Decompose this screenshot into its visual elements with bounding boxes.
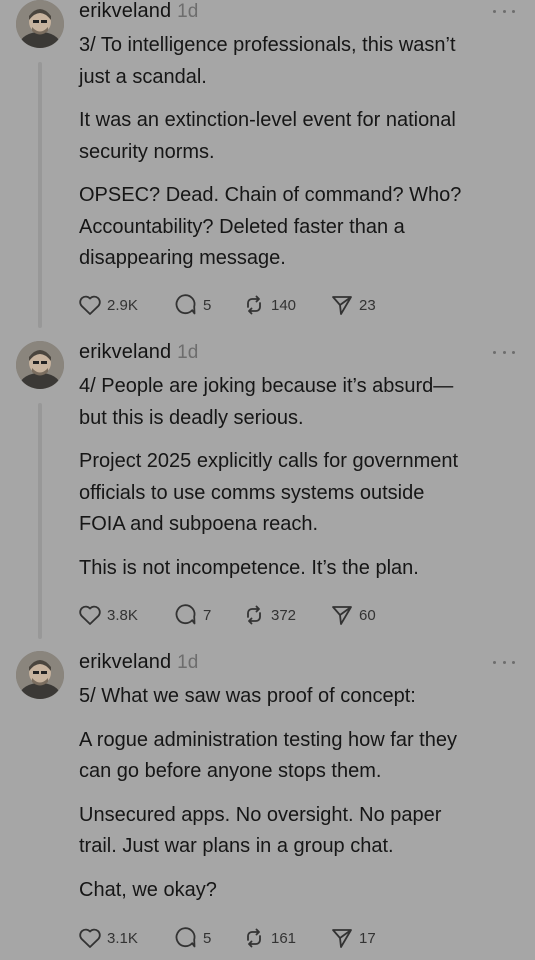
post-paragraph: A rogue administration testing how far t… [79, 728, 457, 783]
reply-button[interactable]: 5 [174, 927, 211, 949]
post-actions: 2.9K 5 140 23 [78, 294, 398, 318]
timestamp: 1d [177, 652, 199, 673]
repost-icon [247, 605, 261, 625]
comment-icon [175, 604, 196, 625]
post-paragraph: It was an extinction-level event for nat… [79, 109, 456, 163]
heart-icon [79, 605, 101, 625]
share-button[interactable]: 60 [330, 604, 376, 626]
send-icon [332, 929, 352, 948]
avatar[interactable] [16, 651, 64, 699]
post-paragraph: OPSEC? Dead. Chain of command? Who? Acco… [79, 184, 462, 269]
thread-connector-line [38, 62, 42, 328]
thread-post: erikveland 1d 5/ What we saw was proof o… [0, 651, 535, 960]
avatar[interactable] [16, 0, 64, 48]
post-body: 5/ What we saw was proof of concept: A r… [79, 681, 519, 918]
reply-button[interactable]: 7 [174, 604, 211, 626]
reply-count: 5 [203, 929, 212, 947]
heart-icon [79, 928, 101, 948]
post-paragraph: This is not incompetence. It’s the plan. [79, 556, 419, 579]
post-header: erikveland 1d [79, 651, 198, 677]
reply-count: 5 [203, 296, 212, 314]
post-paragraph: 3/ To intelligence professionals, this w… [79, 34, 456, 88]
repost-count: 140 [271, 296, 297, 314]
post-paragraph: Chat, we okay? [79, 878, 217, 901]
send-icon [332, 606, 352, 625]
more-options-icon[interactable] [493, 657, 515, 667]
share-count: 17 [359, 929, 376, 947]
like-button[interactable]: 3.1K [78, 927, 138, 949]
reply-button[interactable]: 5 [174, 294, 211, 316]
post-actions: 3.8K 7 372 60 [78, 604, 398, 628]
post-body: 4/ People are joking because it’s absurd… [79, 371, 519, 596]
timestamp: 1d [177, 1, 199, 22]
repost-count: 372 [271, 606, 297, 624]
thread-post: erikveland 1d 4/ People are joking becau… [0, 341, 535, 651]
post-paragraph: Project 2025 explicitly calls for govern… [79, 450, 459, 535]
repost-count: 161 [271, 929, 297, 947]
post-actions: 3.1K 5 161 17 [78, 927, 398, 951]
repost-button[interactable]: 140 [242, 294, 296, 316]
post-paragraph: 5/ What we saw was proof of concept: [79, 685, 416, 707]
repost-icon [247, 928, 261, 948]
share-button[interactable]: 23 [330, 294, 376, 316]
more-options-icon[interactable] [493, 347, 515, 357]
avatar[interactable] [16, 341, 64, 389]
like-button[interactable]: 2.9K [78, 294, 138, 316]
comment-icon [175, 927, 196, 948]
thread-post: erikveland 1d 3/ To intelligence profess… [0, 0, 535, 330]
more-options-icon[interactable] [493, 6, 515, 16]
post-paragraph: 4/ People are joking because it’s absurd… [79, 375, 454, 429]
post-body: 3/ To intelligence professionals, this w… [79, 30, 519, 287]
thread-connector-line [38, 403, 42, 639]
like-count: 3.8K [107, 606, 138, 624]
repost-button[interactable]: 372 [242, 604, 296, 626]
post-paragraph: Unsecured apps. No oversight. No paper t… [79, 803, 442, 858]
username[interactable]: erikveland [79, 0, 171, 23]
like-count: 2.9K [107, 296, 138, 314]
repost-button[interactable]: 161 [242, 927, 296, 949]
send-icon [332, 296, 352, 315]
like-count: 3.1K [107, 929, 138, 947]
like-button[interactable]: 3.8K [78, 604, 138, 626]
heart-icon [79, 295, 101, 315]
username[interactable]: erikveland [79, 341, 171, 364]
post-header: erikveland 1d [79, 341, 198, 367]
timestamp: 1d [177, 342, 199, 363]
share-count: 23 [359, 296, 376, 314]
post-header: erikveland 1d [79, 0, 198, 26]
comment-icon [175, 294, 196, 315]
share-button[interactable]: 17 [330, 927, 376, 949]
share-count: 60 [359, 606, 376, 624]
reply-count: 7 [203, 606, 212, 624]
username[interactable]: erikveland [79, 651, 171, 674]
repost-icon [247, 295, 261, 315]
